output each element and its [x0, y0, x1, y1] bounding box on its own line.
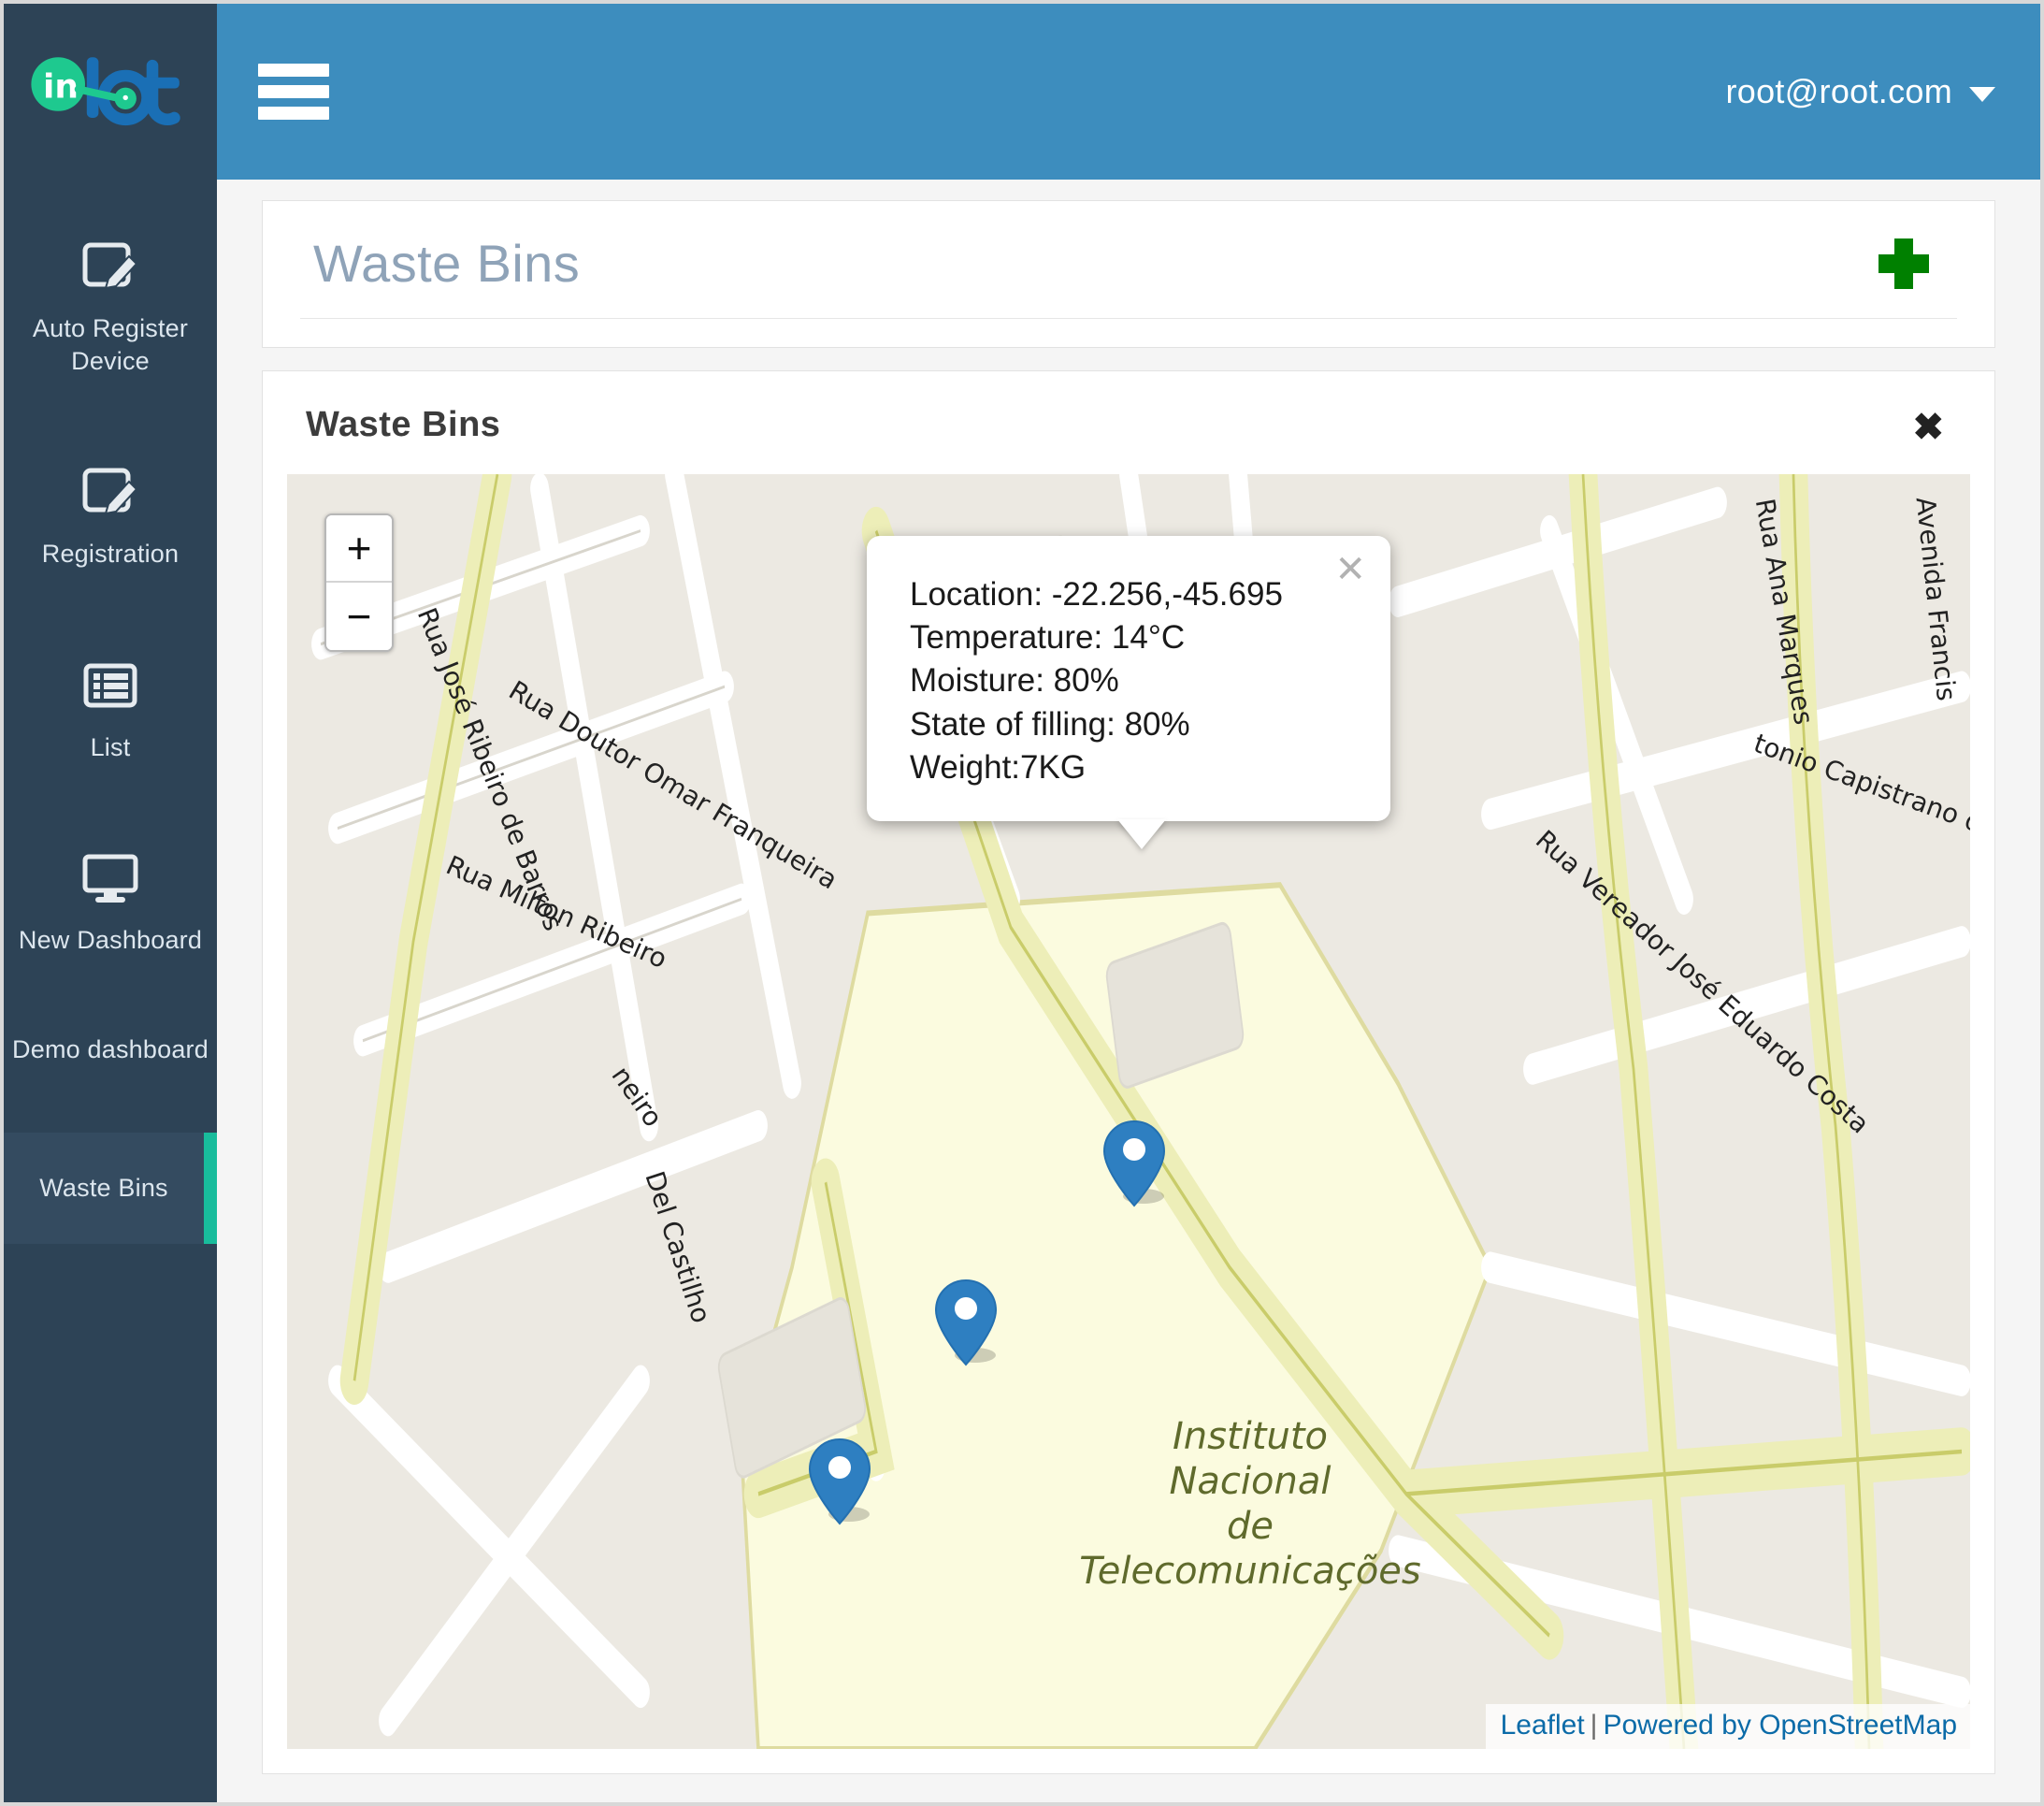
sidebar-item-demo-dashboard[interactable]: Demo dashboard — [4, 1024, 217, 1091]
topbar: root@root.com — [217, 4, 2040, 180]
sidebar-item-label: List — [90, 732, 131, 761]
popup-temperature: Temperature: 14°C — [910, 619, 1186, 657]
leaflet-link[interactable]: Leaflet — [1501, 1710, 1585, 1741]
sidebar-item-label: Registration — [41, 540, 180, 569]
widget-title: Waste Bins — [306, 405, 501, 444]
waste-bins-widget: Waste Bins ✖ + − Rua José Ribeiro de Bar… — [262, 370, 1995, 1774]
svg-text:in: in — [43, 67, 79, 106]
map-pin-icon — [808, 1438, 871, 1525]
sidebar: in Auto Register Device Registration Lis… — [4, 4, 217, 1802]
openstreetmap-link[interactable]: Powered by OpenStreetMap — [1603, 1710, 1957, 1741]
popup-close-icon[interactable]: ✕ — [1334, 551, 1366, 588]
user-menu[interactable]: root@root.com — [1725, 72, 1995, 111]
widget-header: Waste Bins ✖ — [287, 396, 1970, 474]
map-pin-icon — [934, 1279, 998, 1366]
add-widget-button[interactable] — [1878, 238, 1929, 289]
hamburger-icon[interactable] — [258, 64, 329, 120]
attribution-separator: | — [1590, 1710, 1598, 1741]
sidebar-item-label: Auto Register Device — [32, 314, 189, 375]
sidebar-item-registration[interactable]: Registration — [4, 444, 217, 595]
bin-marker-3[interactable] — [806, 1438, 873, 1527]
main-area: root@root.com Waste Bins Waste Bins ✖ + … — [217, 4, 2040, 1802]
popup-location: Location: -22.256,-45.695 — [910, 576, 1283, 613]
zoom-in-button[interactable]: + — [326, 515, 392, 583]
bin-marker-2[interactable] — [932, 1279, 1000, 1368]
inlot-logo-icon: in — [26, 51, 194, 135]
sidebar-item-new-dashboard[interactable]: New Dashboard — [4, 831, 217, 981]
sidebar-item-list[interactable]: List — [4, 638, 217, 788]
page-title: Waste Bins — [313, 234, 581, 293]
popup-weight: Weight:7KG — [910, 748, 1087, 786]
sidebar-item-label: New Dashboard — [18, 926, 203, 955]
sidebar-item-auto-register-device[interactable]: Auto Register Device — [4, 219, 217, 401]
page-content: Waste Bins Waste Bins ✖ + − Rua José Rib… — [217, 180, 2040, 1802]
sidebar-nav: Auto Register Device Registration List N… — [4, 163, 217, 1244]
page-title-card: Waste Bins — [262, 200, 1995, 348]
monitor-icon — [80, 851, 140, 905]
app-root: in Auto Register Device Registration Lis… — [0, 0, 2044, 1806]
marker-popup: ✕ Location: -22.256,-45.695 Temperature:… — [867, 536, 1390, 821]
zoom-out-button[interactable]: − — [326, 583, 392, 650]
sidebar-item-waste-bins[interactable]: Waste Bins — [4, 1133, 217, 1244]
brand-logo[interactable]: in — [4, 4, 217, 163]
popup-state-of-filling: State of filling: 80% — [910, 705, 1190, 743]
map-zoom-control[interactable]: + − — [324, 513, 394, 652]
bin-marker-1[interactable] — [1101, 1120, 1168, 1209]
leaflet-map[interactable]: + − Rua José Ribeiro de Barros Rua Doutor… — [287, 474, 1970, 1749]
map-attribution: Leaflet | Powered by OpenStreetMap — [1485, 1704, 1970, 1749]
chevron-down-icon — [1969, 87, 1995, 102]
popup-moisture: Moisture: 80% — [910, 662, 1119, 700]
edit-note-icon — [80, 239, 140, 294]
sidebar-item-label: Demo dashboard — [12, 1034, 209, 1063]
edit-note-icon — [80, 465, 140, 519]
user-email-label: root@root.com — [1725, 72, 1952, 110]
sidebar-item-label: Waste Bins — [39, 1174, 168, 1203]
list-icon — [80, 658, 140, 713]
close-icon[interactable]: ✖ — [1903, 405, 1953, 450]
map-pin-icon — [1102, 1120, 1166, 1207]
page-title-row: Waste Bins — [300, 233, 1957, 319]
